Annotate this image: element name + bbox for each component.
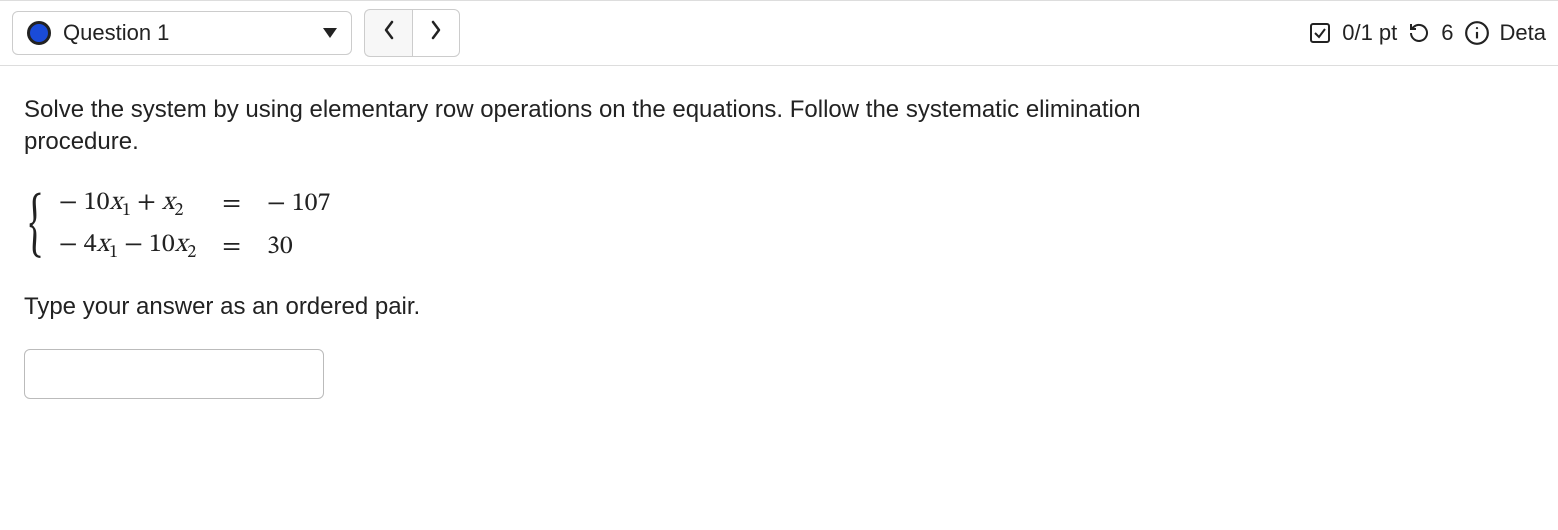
- left-brace-icon: {: [29, 198, 43, 254]
- question-selector[interactable]: Question 1: [12, 11, 352, 55]
- question-meta: 0/1 pt 6 Deta: [1308, 20, 1546, 46]
- equation-system: { − 10x1 + x2 = − 107 − 4x1 − 10x2 = 30: [24, 187, 1534, 265]
- retry-icon: [1407, 21, 1431, 45]
- equals-sign: =: [222, 231, 241, 264]
- next-question-button[interactable]: [412, 9, 460, 57]
- status-dot-icon: [27, 21, 51, 45]
- equals-sign: =: [222, 188, 241, 221]
- question-body: Solve the system by using elementary row…: [0, 66, 1558, 427]
- check-icon: [1308, 21, 1332, 45]
- equation-lhs: − 4x1 − 10x2: [59, 229, 196, 265]
- equation-rhs: − 107: [267, 188, 330, 221]
- caret-down-icon: [323, 28, 337, 38]
- info-icon[interactable]: [1464, 20, 1490, 46]
- question-prompt: Solve the system by using elementary row…: [24, 94, 1224, 159]
- details-label[interactable]: Deta: [1500, 20, 1546, 46]
- equation-rhs: 30: [267, 231, 330, 264]
- attempts-text: 6: [1441, 20, 1453, 46]
- chevron-right-icon: [429, 20, 443, 46]
- question-nav: [364, 9, 460, 57]
- chevron-left-icon: [382, 20, 396, 46]
- question-label: Question 1: [63, 20, 169, 46]
- answer-input[interactable]: [24, 349, 324, 399]
- points-text: 0/1 pt: [1342, 20, 1397, 46]
- prev-question-button[interactable]: [364, 9, 412, 57]
- question-header-bar: Question 1 0/1 pt 6 Deta: [0, 0, 1558, 66]
- equation-lhs: − 10x1 + x2: [59, 187, 196, 223]
- answer-instruction: Type your answer as an ordered pair.: [24, 293, 1534, 321]
